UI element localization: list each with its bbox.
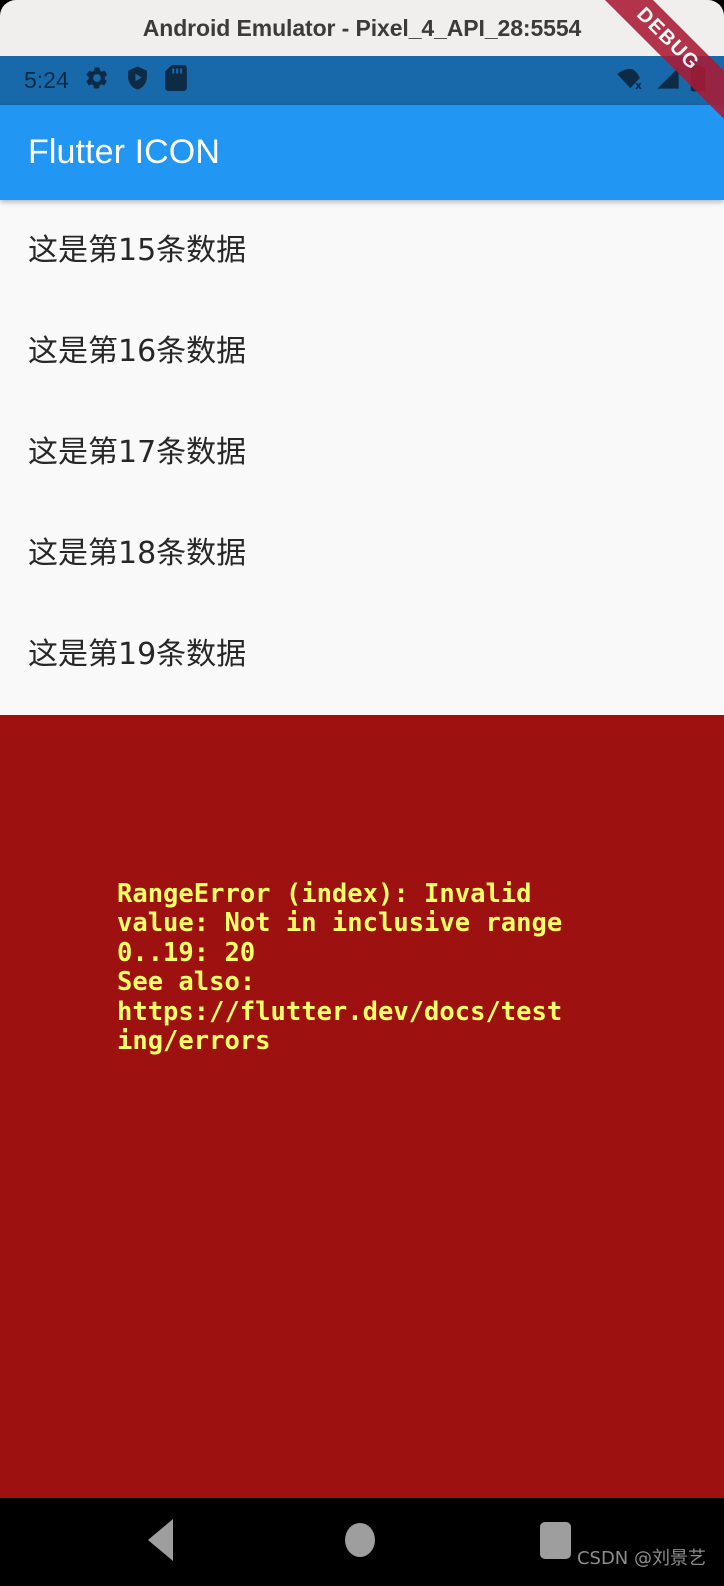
play-protect-shield-icon bbox=[125, 65, 150, 96]
data-list[interactable]: 这是第15条数据 这是第16条数据 这是第17条数据 这是第18条数据 这是第1… bbox=[0, 200, 724, 715]
app-bar-title: Flutter ICON bbox=[28, 133, 221, 171]
list-item-label: 这是第17条数据 bbox=[28, 434, 247, 470]
list-item-label: 这是第18条数据 bbox=[28, 535, 247, 571]
emulator-window-title: Android Emulator - Pixel_4_API_28:5554 bbox=[142, 14, 582, 41]
list-item-label: 这是第16条数据 bbox=[28, 333, 247, 369]
android-navigation-bar bbox=[0, 1498, 724, 1586]
wifi-off-icon: x bbox=[616, 65, 646, 96]
cellular-signal-icon bbox=[655, 65, 681, 96]
emulator-device-frame: Android Emulator - Pixel_4_API_28:5554 5… bbox=[0, 0, 724, 1586]
battery-full-icon bbox=[690, 64, 706, 97]
recents-square-icon bbox=[539, 1521, 571, 1559]
list-item[interactable]: 这是第15条数据 bbox=[0, 200, 724, 301]
recents-button[interactable] bbox=[495, 1498, 615, 1586]
list-item[interactable]: 这是第17条数据 bbox=[0, 402, 724, 503]
watermark-text: CSDN @刘景艺 bbox=[576, 1548, 706, 1569]
emulator-window-titlebar: Android Emulator - Pixel_4_API_28:5554 bbox=[0, 0, 724, 56]
sd-card-icon bbox=[164, 65, 187, 96]
home-button[interactable] bbox=[300, 1498, 420, 1586]
app-bar: Flutter ICON bbox=[0, 105, 724, 200]
list-item[interactable]: 这是第18条数据 bbox=[0, 503, 724, 604]
flutter-error-box: RangeError (index): Invalid value: Not i… bbox=[0, 715, 724, 1498]
settings-gear-icon bbox=[84, 65, 110, 96]
list-item[interactable]: 这是第19条数据 bbox=[0, 604, 724, 705]
android-status-bar[interactable]: 5:24 x bbox=[0, 56, 724, 105]
svg-text:x: x bbox=[635, 80, 642, 91]
back-triangle-icon bbox=[147, 1519, 173, 1561]
list-item-label: 这是第15条数据 bbox=[28, 232, 247, 268]
status-bar-clock: 5:24 bbox=[24, 67, 69, 93]
home-circle-icon bbox=[345, 1523, 375, 1557]
list-item[interactable]: 这是第16条数据 bbox=[0, 301, 724, 402]
flutter-error-message: RangeError (index): Invalid value: Not i… bbox=[117, 879, 563, 1057]
status-bar-left-group: 5:24 bbox=[0, 65, 187, 96]
back-button[interactable] bbox=[100, 1498, 220, 1586]
status-bar-right-group: x bbox=[616, 56, 706, 105]
list-item-label: 这是第19条数据 bbox=[28, 636, 247, 672]
